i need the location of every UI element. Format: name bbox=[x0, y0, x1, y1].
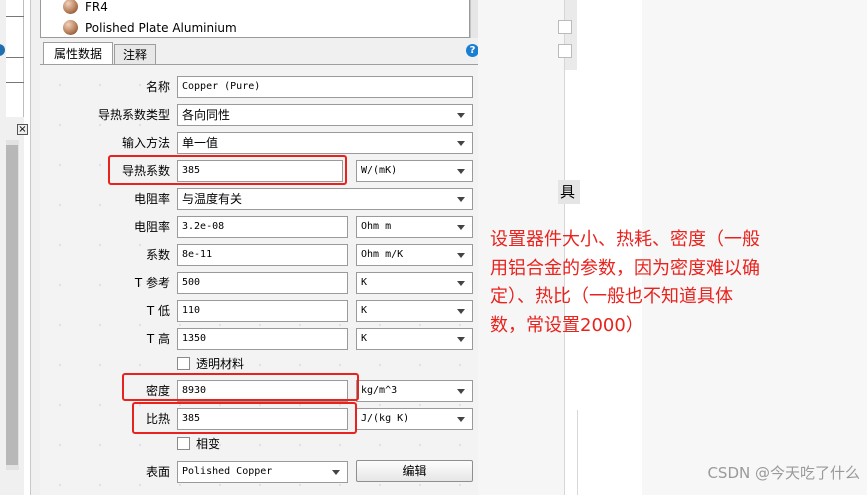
t-low-input[interactable]: 110 bbox=[177, 300, 348, 322]
material-list[interactable]: FR4 Polished Plate Aluminium bbox=[40, 0, 470, 38]
resistivity-unit-select[interactable]: Ohm m bbox=[356, 216, 473, 238]
t-ref-unit-select[interactable]: K bbox=[356, 272, 473, 294]
name-label: 名称 bbox=[145, 80, 170, 94]
name-input[interactable]: Copper (Pure) bbox=[177, 76, 473, 98]
material-sphere-icon bbox=[63, 20, 78, 35]
annotation-line: 定）、热比（一般也不知道具体 bbox=[490, 286, 733, 307]
side-toolbar bbox=[565, 0, 577, 70]
side-button[interactable] bbox=[558, 44, 572, 58]
surface-label: 表面 bbox=[145, 465, 170, 479]
input-method-label: 输入方法 bbox=[121, 136, 170, 150]
side-button[interactable] bbox=[558, 20, 572, 34]
t-high-unit-select[interactable]: K bbox=[356, 328, 473, 350]
material-name: Polished Plate Aluminium bbox=[85, 21, 237, 35]
t-high-input[interactable]: 1350 bbox=[177, 328, 348, 350]
annotation-note: 设置器件大小、热耗、密度（一般 用铝合金的参数，因为密度难以确 定）、热比（一般… bbox=[490, 226, 820, 340]
highlight-specific-heat bbox=[132, 402, 357, 434]
tree-line bbox=[6, 16, 24, 17]
resistivity-mode-label: 电阻率 bbox=[133, 192, 170, 206]
input-method-select[interactable]: 单一值 bbox=[177, 132, 473, 154]
coefficient-unit-select[interactable]: Ohm m/K bbox=[356, 244, 473, 266]
highlight-density bbox=[122, 373, 359, 401]
scrollbar-thumb[interactable] bbox=[6, 145, 18, 465]
tab-property-data[interactable]: 属性数据 bbox=[43, 42, 113, 65]
phase-change-checkbox[interactable] bbox=[177, 437, 190, 450]
conductivity-unit-select[interactable]: W/(mK) bbox=[356, 160, 473, 182]
t-low-unit-select[interactable]: K bbox=[356, 300, 473, 322]
material-sphere-icon bbox=[63, 0, 78, 14]
highlight-conductivity bbox=[108, 155, 347, 185]
resistivity-label: 电阻率 bbox=[133, 220, 170, 234]
coefficient-input[interactable]: 8e-11 bbox=[177, 244, 348, 266]
transparent-label: 透明材料 bbox=[196, 357, 245, 371]
t-ref-input[interactable]: 500 bbox=[177, 272, 348, 294]
resistivity-mode-select[interactable]: 与温度有关 bbox=[177, 188, 473, 210]
annotation-line: 用铝合金的参数，因为密度难以确 bbox=[490, 257, 760, 279]
edit-surface-button[interactable]: 编辑 bbox=[356, 460, 473, 482]
list-scrollbar[interactable] bbox=[470, 0, 478, 38]
list-item[interactable]: FR4 bbox=[63, 0, 108, 16]
close-icon[interactable]: × bbox=[17, 124, 28, 135]
watermark: CSDN @今天吃了什么 bbox=[707, 464, 860, 482]
t-ref-label: T 参考 bbox=[134, 276, 170, 290]
density-unit-select[interactable]: kg/m^3 bbox=[356, 380, 473, 402]
coefficient-label: 系数 bbox=[145, 248, 170, 262]
specific-heat-unit-select[interactable]: J/(kg K) bbox=[356, 408, 473, 430]
t-low-label: T 低 bbox=[146, 304, 170, 318]
phase-change-label: 相变 bbox=[196, 437, 221, 451]
side-fragment-text: 具 bbox=[558, 180, 580, 204]
divider bbox=[577, 410, 578, 495]
conductivity-type-label: 导热系数类型 bbox=[97, 108, 170, 122]
conductivity-type-select[interactable]: 各向同性 bbox=[177, 104, 473, 126]
t-high-label: T 高 bbox=[146, 332, 170, 346]
material-name: FR4 bbox=[85, 0, 108, 14]
tree-line bbox=[6, 57, 24, 58]
annotation-line: 设置器件大小、热耗、密度（一般 bbox=[490, 229, 760, 250]
list-item[interactable]: Polished Plate Aluminium bbox=[63, 19, 237, 37]
resistivity-input[interactable]: 3.2e-08 bbox=[177, 216, 348, 238]
annotation-line: 数，常设置2000） bbox=[490, 314, 644, 336]
tree-line bbox=[6, 82, 24, 83]
transparent-checkbox[interactable] bbox=[177, 357, 190, 370]
tab-notes[interactable]: 注释 bbox=[114, 44, 156, 64]
left-tree-area bbox=[6, 0, 24, 117]
surface-select[interactable]: Polished Copper bbox=[177, 461, 348, 483]
